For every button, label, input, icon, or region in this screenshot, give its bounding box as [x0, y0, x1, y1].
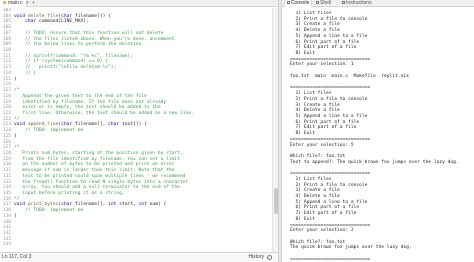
line-text: }	[14, 213, 17, 219]
tab-main-c-label: main.c	[8, 0, 23, 6]
tab-close-icon[interactable]: × ▾	[26, 0, 35, 7]
code-editor-pane: main.c × ▾ 103 104 void delete_file(char f…	[0, 0, 278, 262]
console-tab-bar: Console Shell Instructions	[282, 0, 474, 7]
console-icon	[287, 1, 290, 5]
tab-instructions-label: Instructions	[346, 0, 372, 6]
history-button[interactable]: History	[248, 253, 264, 262]
editor-tab-bar: main.c × ▾	[0, 0, 278, 7]
tab-console-label: Console	[291, 0, 310, 6]
console-line: Text to append?: The quick brown fox jum…	[290, 159, 459, 165]
console-output[interactable]: 1) List files 2) Print a file to console…	[290, 11, 468, 262]
shell-icon	[316, 1, 319, 5]
line-text: // }	[14, 70, 37, 76]
instructions-icon	[342, 1, 345, 5]
line-text: }	[14, 76, 17, 82]
line-number: 144	[2, 242, 11, 248]
line-text: // TODO: implement me	[14, 128, 84, 134]
editor-status-bar: Ln 117, Col 3 History	[0, 252, 278, 262]
tab-shell-label: Shell	[320, 0, 332, 6]
line-text: char command[LINE_MAX];	[25, 19, 89, 25]
tab-shell[interactable]: Shell	[314, 0, 333, 7]
console-line: =============================	[290, 256, 371, 262]
line-text: first line. Otherwise, the text should b…	[14, 110, 194, 116]
tab-console[interactable]: Console	[284, 0, 313, 7]
unsaved-dot-icon	[3, 1, 6, 5]
line-text: // TODO: implement me	[14, 208, 84, 214]
console-pane: Console Shell Instructions 1) List files…	[282, 0, 474, 262]
history-icon[interactable]	[267, 255, 272, 260]
cursor-position: Ln 117, Col 3	[2, 254, 32, 260]
code-area[interactable]: 103 104 void delete_file(char filename[]) …	[0, 8, 272, 252]
line-text: }	[14, 133, 17, 139]
tab-instructions[interactable]: Instructions	[340, 0, 374, 7]
line-text: // the below lines to perform the deleti…	[14, 42, 144, 48]
tab-main-c[interactable]: main.c	[0, 0, 27, 7]
code-line: 144	[0, 242, 272, 248]
line-text: input before printing it as a string.	[14, 191, 125, 196]
